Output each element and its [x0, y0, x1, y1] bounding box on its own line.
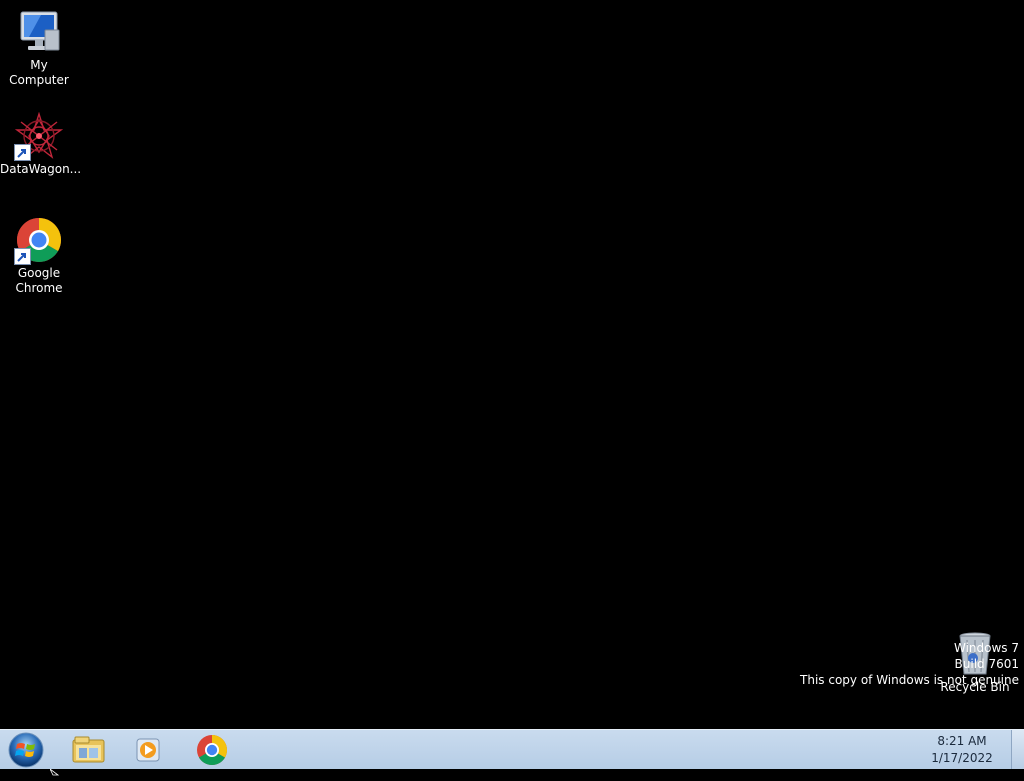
shortcut-arrow-icon: [14, 144, 31, 161]
taskbar-file-explorer-button[interactable]: [60, 732, 116, 768]
desktop-icon-label: My Computer: [9, 58, 69, 87]
show-desktop-button[interactable]: [1011, 730, 1024, 769]
start-button[interactable]: [6, 731, 46, 769]
chrome-icon: [197, 735, 228, 766]
chrome-icon: [14, 216, 63, 265]
taskbar-media-player-button[interactable]: [121, 732, 177, 768]
desktop-icon-my-computer[interactable]: My Computer: [0, 8, 78, 88]
desktop-icon-google-chrome[interactable]: Google Chrome: [0, 216, 78, 296]
watermark-os-name: Windows 7: [953, 641, 1019, 655]
windows-genuine-watermark: Windows 7 Build 7601 This copy of Window…: [800, 640, 1019, 688]
desktop[interactable]: My Computer DataWagon... Google Chrome R…: [0, 0, 1024, 729]
clock-date: 1/17/2022: [931, 751, 993, 765]
file-explorer-icon: [72, 736, 105, 763]
shortcut-arrow-icon: [14, 248, 31, 265]
desktop-icon-datawagon[interactable]: DataWagon...: [0, 111, 82, 177]
watermark-genuine-notice: This copy of Windows is not genuine: [800, 673, 1019, 687]
datawagon-icon: [14, 111, 64, 161]
windows-start-orb-icon: [8, 732, 44, 768]
taskbar: 8:21 AM 1/17/2022: [0, 729, 1024, 769]
taskbar-chrome-button[interactable]: [185, 732, 241, 768]
computer-icon: [15, 8, 63, 56]
clock-time: 8:21 AM: [937, 734, 987, 748]
desktop-icon-label: Google Chrome: [15, 266, 63, 295]
desktop-icon-label: DataWagon...: [0, 162, 82, 176]
watermark-build: Build 7601: [954, 657, 1019, 671]
media-player-icon: [136, 738, 160, 762]
taskbar-clock[interactable]: 8:21 AM 1/17/2022: [922, 733, 1002, 767]
